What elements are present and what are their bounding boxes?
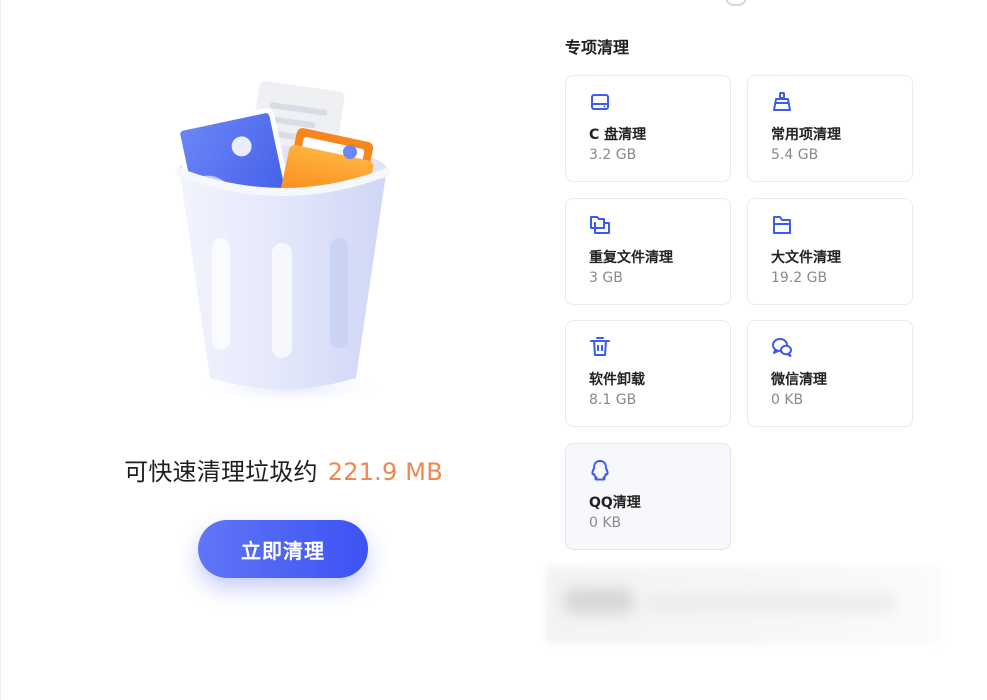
duplicate-files-icon [590, 216, 610, 234]
trash-bin-illustration-icon [175, 81, 391, 404]
large-file-icon [773, 216, 791, 234]
section-title: 专项清理 [565, 38, 630, 57]
card-large-files-cleanup[interactable]: 大文件清理 19.2 GB [747, 198, 913, 305]
card-size: 8.1 GB [589, 392, 637, 408]
card-label: C 盘清理 [589, 127, 647, 143]
blurred-promo-area [546, 566, 941, 644]
card-label: 大文件清理 [771, 250, 841, 266]
card-qq-cleanup[interactable]: QQ清理 0 KB [565, 443, 731, 550]
wechat-icon [772, 338, 792, 357]
card-size: 0 KB [589, 515, 622, 531]
card-label: 重复文件清理 [589, 250, 673, 266]
card-common-items-cleanup[interactable]: 常用项清理 5.4 GB [747, 75, 913, 182]
blurred-logo [564, 588, 634, 614]
summary-amount: 221.9 MB [327, 458, 443, 486]
cleanup-window: 可快速清理垃圾约 221.9 MB 立即清理 专项清理 C 盘清理 3.2 GB … [0, 0, 987, 700]
card-label: 微信清理 [771, 372, 827, 388]
qq-icon [591, 460, 609, 481]
card-c-drive-cleanup[interactable]: C 盘清理 3.2 GB [565, 75, 731, 182]
disk-icon [591, 94, 609, 110]
card-size: 3.2 GB [589, 147, 637, 163]
blurred-text [646, 594, 896, 612]
card-label: 常用项清理 [771, 127, 841, 143]
card-size: 19.2 GB [771, 270, 828, 286]
card-software-uninstall[interactable]: 软件卸载 8.1 GB [565, 320, 731, 427]
card-size: 0 KB [771, 392, 804, 408]
summary-text: 可快速清理垃圾约 [124, 458, 318, 486]
card-size: 3 GB [589, 270, 623, 286]
card-label: 软件卸载 [589, 372, 645, 388]
broom-icon [773, 92, 791, 111]
card-label: QQ清理 [589, 495, 641, 511]
top-handle-icon [725, 0, 747, 6]
trash-icon [590, 337, 610, 356]
cleanable-summary: 可快速清理垃圾约 221.9 MB [1, 452, 566, 487]
clean-now-button[interactable]: 立即清理 [198, 520, 368, 578]
card-wechat-cleanup[interactable]: 微信清理 0 KB [747, 320, 913, 427]
card-duplicate-files-cleanup[interactable]: 重复文件清理 3 GB [565, 198, 731, 305]
card-size: 5.4 GB [771, 147, 819, 163]
